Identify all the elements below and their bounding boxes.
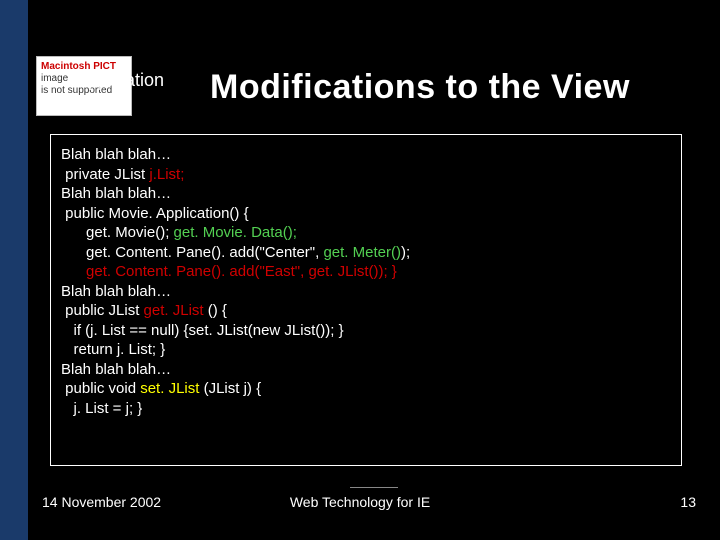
accent-strip xyxy=(0,0,28,540)
code-line: return j. List; } xyxy=(61,340,671,360)
code-line: public void set. JList (JList j) { xyxy=(61,379,671,399)
code-box: Blah blah blah… private JList j.List; Bl… xyxy=(50,134,682,466)
code-line: public Movie. Application() { xyxy=(61,204,671,224)
code-line: Blah blah blah… xyxy=(61,360,671,380)
slide: Macintosh PICT image is not supported Ap… xyxy=(0,0,720,540)
code-line: private JList j.List; xyxy=(61,165,671,185)
footer-center: Web Technology for IE xyxy=(0,494,720,510)
code-line: get. Content. Pane(). add("Center", get.… xyxy=(61,243,671,263)
footer-page: 13 xyxy=(680,494,696,510)
code-line: Blah blah blah… xyxy=(61,282,671,302)
footer-rule xyxy=(40,487,680,488)
slide-title: Modifications to the View xyxy=(210,68,630,107)
app-label: Application xyxy=(76,70,164,91)
code-line: get. Content. Pane(). add("East", get. J… xyxy=(61,262,671,282)
code-line: get. Movie(); get. Movie. Data(); xyxy=(61,223,671,243)
code-line: Blah blah blah… xyxy=(61,184,671,204)
code-line: public JList get. JList () { xyxy=(61,301,671,321)
code-line: if (j. List == null) {set. JList(new JLi… xyxy=(61,321,671,341)
code-line: Blah blah blah… xyxy=(61,145,671,165)
code-line: j. List = j; } xyxy=(61,399,671,419)
